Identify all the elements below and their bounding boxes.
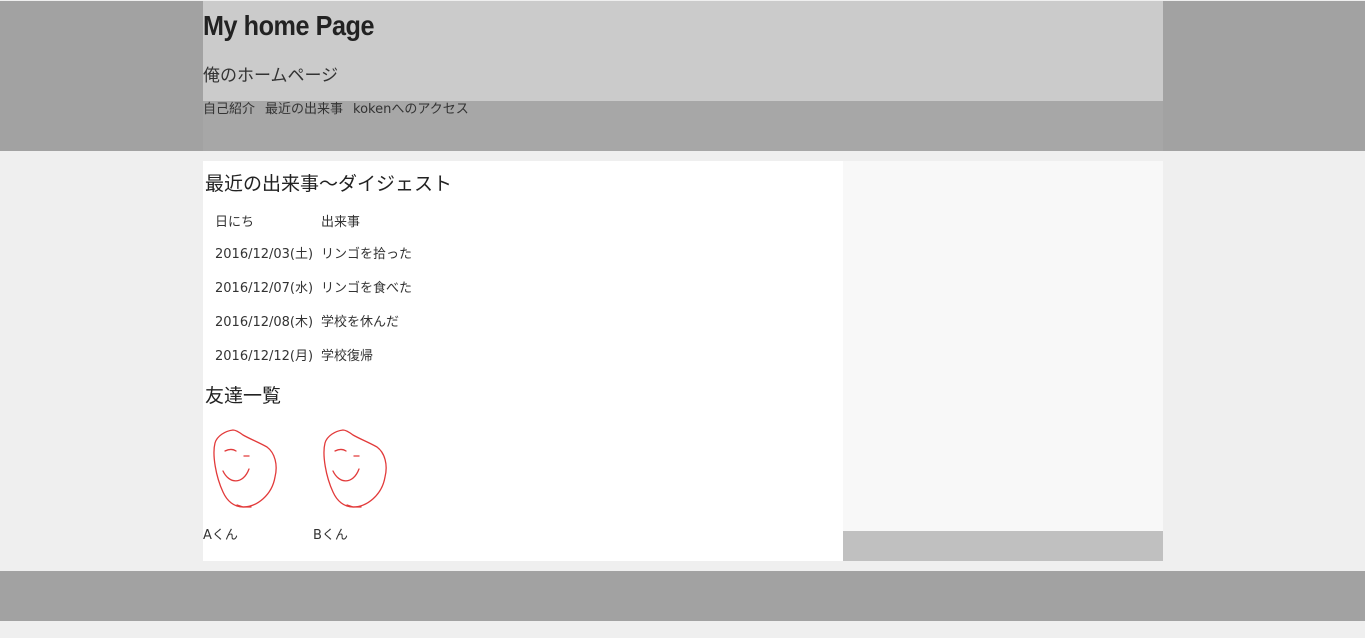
event-text: 学校復帰 [321, 348, 374, 364]
event-date: 2016/12/03(土) [215, 246, 314, 262]
event-date: 2016/12/08(木) [215, 314, 314, 330]
events-table: 日にち 出来事 2016/12/03(土) リンゴを拾った 2016/12/07… [211, 207, 416, 371]
table-row: 2016/12/07(水) リンゴを食べた [213, 269, 414, 303]
friend-name: Aくん [203, 528, 238, 543]
nav-item-access[interactable]: kokenへのアクセス [353, 98, 469, 118]
events-heading: 最近の出来事〜ダイジェスト [205, 173, 453, 195]
event-text: リンゴを拾った [321, 246, 413, 262]
event-text: 学校を休んだ [321, 314, 400, 330]
smiley-face-drawing-icon [213, 429, 277, 508]
nav-item-recent-events[interactable]: 最近の出来事 [265, 98, 343, 118]
column-header-event: 出来事 [321, 215, 361, 230]
event-text: リンゴを食べた [321, 280, 413, 296]
friend-name: Bくん [313, 528, 348, 543]
site-title: My home Page [203, 10, 375, 41]
main-nav: 自己紹介 最近の出来事 kokenへのアクセス [203, 98, 469, 118]
sidebar-footer [843, 531, 1163, 561]
table-row: 2016/12/03(土) リンゴを拾った [213, 235, 414, 269]
page-footer [0, 571, 1365, 621]
smiley-face-drawing-icon [323, 429, 387, 508]
main-content: 最近の出来事〜ダイジェスト 日にち 出来事 2016/12/03(土) リンゴを… [203, 161, 843, 561]
friend-card: Aくん [203, 427, 303, 543]
event-date: 2016/12/12(月) [215, 348, 314, 364]
friends-heading: 友達一覧 [205, 385, 282, 407]
sidebar [843, 161, 1163, 531]
table-header-row: 日にち 出来事 [213, 207, 414, 235]
nav-item-self-intro[interactable]: 自己紹介 [203, 98, 255, 118]
friend-card: Bくん [313, 427, 413, 543]
site-subtitle: 俺のホームページ [203, 66, 339, 86]
table-row: 2016/12/08(木) 学校を休んだ [213, 303, 414, 337]
table-row: 2016/12/12(月) 学校復帰 [213, 337, 414, 371]
event-date: 2016/12/07(水) [215, 280, 314, 296]
column-header-date: 日にち [215, 215, 255, 230]
